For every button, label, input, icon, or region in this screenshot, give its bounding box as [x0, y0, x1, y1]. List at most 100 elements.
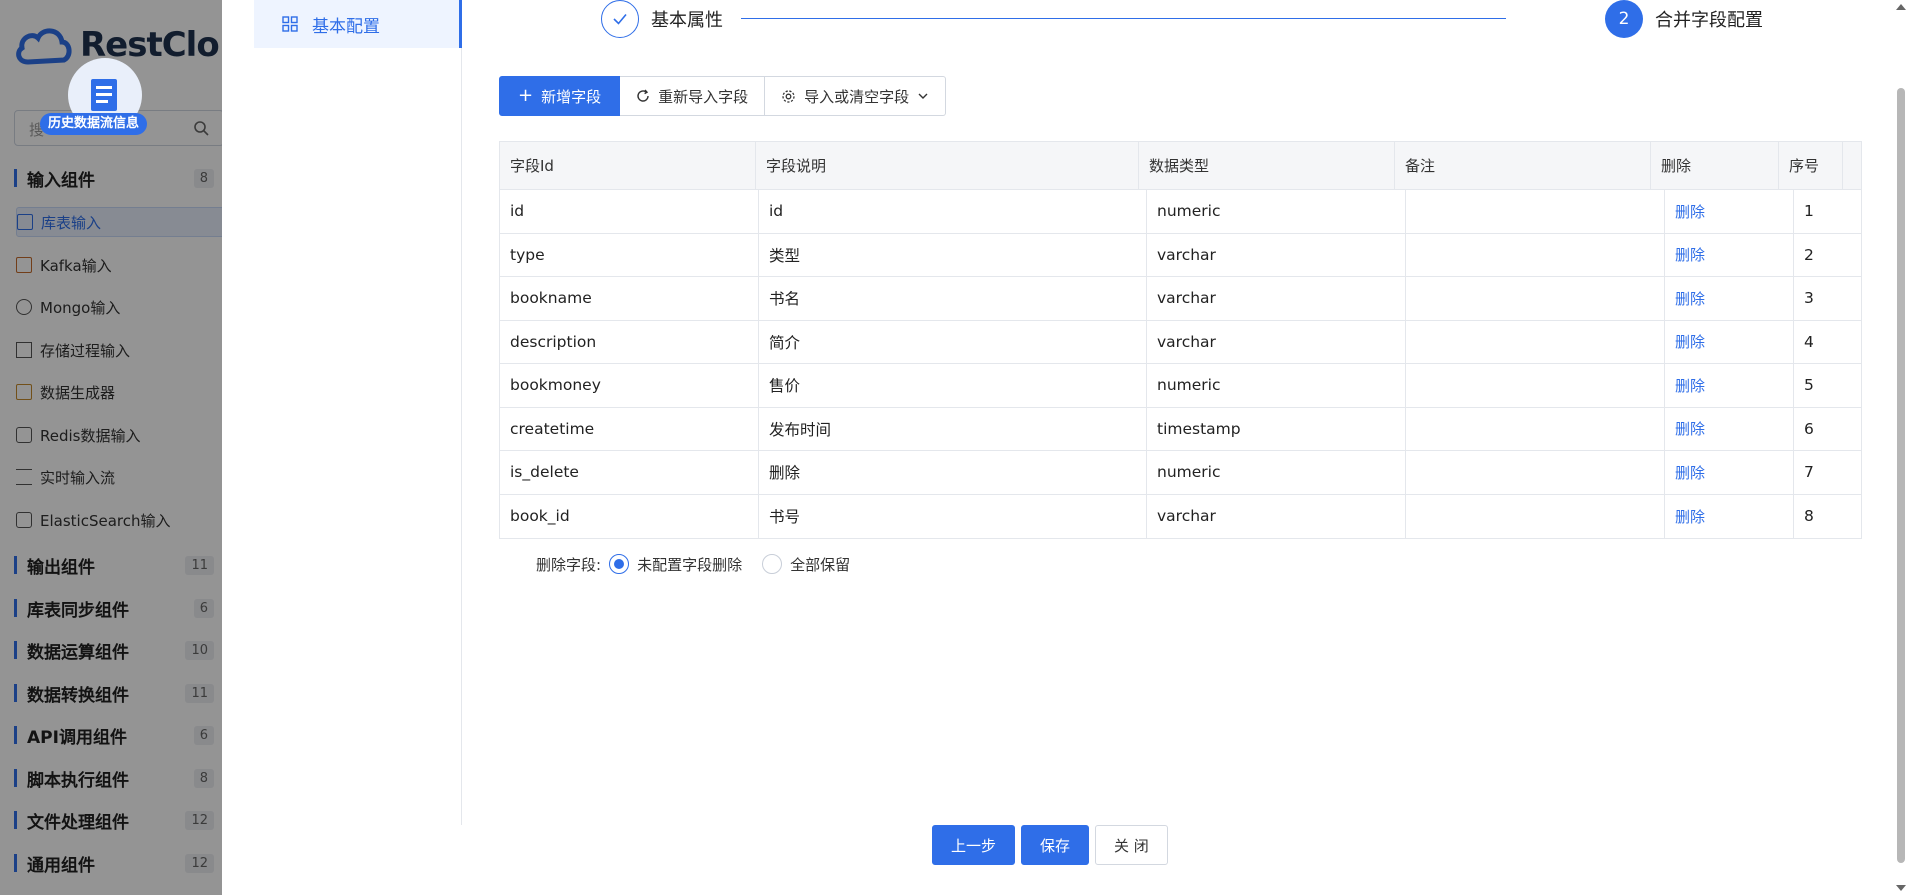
plus-icon: + — [518, 85, 534, 106]
table-cell: type — [500, 233, 759, 276]
table-cell: bookname — [500, 277, 759, 320]
history-badge-label: 历史数据流信息 — [40, 113, 148, 135]
table-cell — [1406, 451, 1665, 494]
vertical-scrollbar[interactable] — [1892, 0, 1910, 895]
add-field-button[interactable]: + 新增字段 — [499, 76, 621, 116]
table-cell: 删除 — [1665, 190, 1794, 233]
cell-field-desc: 书名 — [769, 290, 801, 309]
cell-field-id: description — [510, 332, 597, 351]
delete-row-link[interactable]: 删除 — [1675, 375, 1705, 396]
cell-field-id: id — [510, 202, 525, 221]
reimport-fields-button[interactable]: 重新导入字段 — [620, 76, 766, 116]
table-cell: varchar — [1147, 320, 1406, 363]
step-number: 2 — [1605, 0, 1643, 38]
cell-field-desc: 书号 — [769, 508, 801, 527]
table-cell: 1 — [1794, 190, 1859, 233]
cell-seq: 7 — [1804, 463, 1814, 482]
cell-data-type: numeric — [1157, 376, 1221, 395]
table-cell — [1406, 190, 1665, 233]
table-cell: varchar — [1147, 277, 1406, 320]
step-merge-fields[interactable]: 2 合并字段配置 — [1605, 0, 1763, 38]
cell-seq: 4 — [1804, 332, 1814, 351]
delete-row-link[interactable]: 删除 — [1675, 201, 1705, 222]
table-row: description 简介 varchar 删除 4 — [500, 320, 1861, 364]
scroll-up-icon[interactable] — [1896, 4, 1906, 10]
cell-field-desc: id — [769, 202, 784, 221]
table-cell: 删除 — [1665, 407, 1794, 450]
table-cell — [1406, 407, 1665, 450]
cell-seq: 2 — [1804, 245, 1814, 264]
scrollbar-thumb[interactable] — [1897, 88, 1905, 863]
table-cell: varchar — [1147, 494, 1406, 538]
import-clear-dropdown[interactable]: 导入或清空字段 — [765, 76, 947, 116]
reimport-label: 重新导入字段 — [658, 87, 749, 106]
cell-seq: 1 — [1804, 202, 1814, 221]
table-cell: createtime — [500, 407, 759, 450]
delete-fields-option: 删除字段: 未配置字段删除 全部保留 — [536, 552, 870, 576]
table-cell: 删除 — [1665, 320, 1794, 363]
table-cell — [1406, 364, 1665, 407]
table-cell: timestamp — [1147, 407, 1406, 450]
cell-data-type: numeric — [1157, 463, 1221, 482]
delete-row-link[interactable]: 删除 — [1675, 331, 1705, 352]
delete-fields-label: 删除字段: — [536, 555, 602, 574]
table-cell: 删除 — [1665, 494, 1794, 538]
table-cell: 删除 — [1665, 364, 1794, 407]
cell-field-id: bookmoney — [510, 376, 601, 395]
component-sidebar: RestClo 搜 输入组件 8 库表输入 Kafka输入 Mongo输入 存储… — [0, 0, 222, 895]
save-button[interactable]: 保存 — [1021, 825, 1090, 865]
table-cell: id — [759, 190, 1147, 233]
table-row: id id numeric 删除 1 — [500, 190, 1861, 234]
table-cell — [1406, 277, 1665, 320]
step-connector — [741, 18, 1506, 19]
nav-item-label: 基本配置 — [312, 16, 380, 37]
field-toolbar: + 新增字段 重新导入字段 导入或清空字段 — [499, 76, 947, 116]
delete-row-link[interactable]: 删除 — [1675, 462, 1705, 483]
table-cell: 2 — [1794, 234, 1859, 277]
cell-field-id: book_id — [510, 507, 570, 526]
table-cell — [1406, 233, 1665, 276]
delete-row-link[interactable]: 删除 — [1675, 288, 1705, 309]
radio-keep-all[interactable]: 全部保留 — [762, 554, 850, 575]
table-cell: book_id — [500, 494, 759, 538]
table-cell: 删除 — [1665, 451, 1794, 494]
table-cell: 书号 — [759, 494, 1147, 538]
table-cell: 4 — [1794, 321, 1859, 364]
drawer-nav: 基本配置 — [222, 0, 462, 825]
table-row: book_id 书号 varchar 删除 8 — [500, 494, 1861, 539]
delete-row-link[interactable]: 删除 — [1675, 506, 1705, 527]
cell-field-id: bookname — [510, 289, 592, 308]
gear-icon — [782, 89, 795, 103]
table-row: is_delete 删除 numeric 删除 7 — [500, 451, 1861, 495]
footer-buttons: 上一步 保存 关 闭 — [932, 825, 1168, 865]
radio-label: 未配置字段删除 — [637, 555, 743, 574]
refresh-icon — [637, 89, 649, 102]
cell-field-desc: 售价 — [769, 377, 801, 396]
table-cell: numeric — [1147, 451, 1406, 494]
history-flow-badge[interactable]: 历史数据流信息 — [40, 58, 170, 138]
prev-step-button[interactable]: 上一步 — [932, 825, 1016, 865]
radio-dot-selected — [609, 554, 630, 574]
nav-item-basic-config[interactable]: 基本配置 — [254, 0, 462, 48]
step-basic-attributes[interactable]: 基本属性 — [601, 0, 723, 38]
table-row: bookname 书名 varchar 删除 3 — [500, 277, 1861, 321]
cell-field-id: type — [510, 245, 545, 264]
step-title: 合并字段配置 — [1655, 10, 1763, 31]
cell-data-type: varchar — [1157, 289, 1216, 308]
cell-seq: 3 — [1804, 289, 1814, 308]
table-row: type 类型 varchar 删除 2 — [500, 233, 1861, 277]
table-cell: 删除 — [759, 451, 1147, 494]
table-cell: 8 — [1794, 495, 1859, 539]
cell-field-id: createtime — [510, 419, 595, 438]
cell-seq: 5 — [1804, 376, 1814, 395]
table-header: 字段Id 字段说明 数据类型 备注 删除 序号 — [500, 142, 1861, 190]
delete-row-link[interactable]: 删除 — [1675, 418, 1705, 439]
radio-delete-unconfigured[interactable]: 未配置字段删除 — [609, 554, 742, 575]
cell-data-type: timestamp — [1157, 419, 1241, 438]
delete-row-link[interactable]: 删除 — [1675, 244, 1705, 265]
chevron-down-icon — [918, 93, 928, 99]
scroll-down-icon[interactable] — [1896, 885, 1906, 891]
step-done-marker — [601, 0, 639, 38]
close-button[interactable]: 关 闭 — [1095, 825, 1168, 865]
grid-icon — [282, 16, 298, 32]
